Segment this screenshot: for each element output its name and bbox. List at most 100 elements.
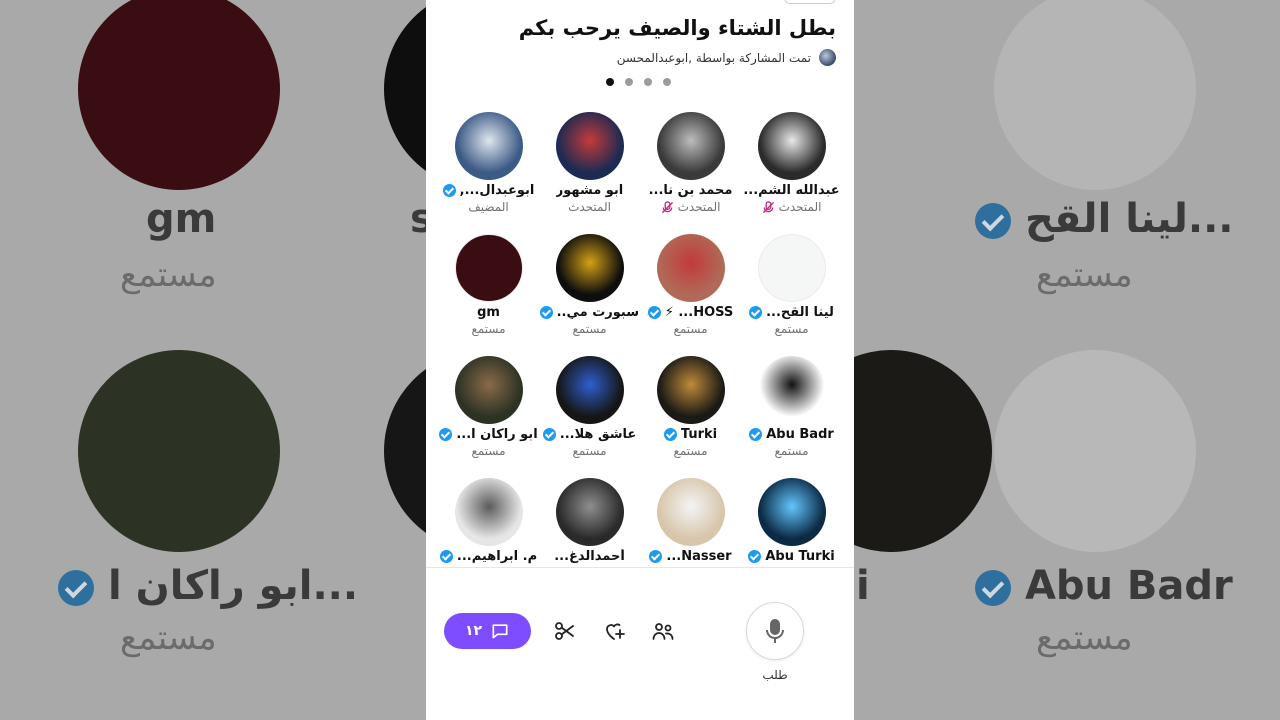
- bg-name-left: gm: [146, 196, 217, 242]
- page-indicator[interactable]: [606, 78, 671, 86]
- participant-role-row: مستمع: [572, 322, 606, 336]
- participant-card[interactable]: Abu Badr مستمع: [741, 356, 842, 478]
- bg-avatar-rakan: [78, 350, 280, 552]
- participant-avatar[interactable]: [454, 234, 523, 302]
- participant-name-row: Abu Turki: [748, 549, 835, 564]
- bg-role-right-2: مستمع: [1036, 618, 1133, 658]
- participant-role: مستمع: [774, 322, 809, 336]
- participant-role-row: مستمع: [774, 444, 808, 458]
- participant-avatar[interactable]: [454, 478, 523, 546]
- participant-avatar[interactable]: [656, 234, 725, 302]
- participant-card[interactable]: م. ابراهيم...: [438, 478, 539, 600]
- page-dot[interactable]: [644, 78, 652, 86]
- verified-badge-icon: [649, 550, 663, 563]
- bg-role-left-2: مستمع: [120, 618, 217, 658]
- participant-name: محمد بن نا...: [648, 183, 733, 198]
- participant-name-row: ابو مشهور: [556, 183, 624, 198]
- participant-card[interactable]: عبدالله الشم... المتحدث: [741, 112, 842, 234]
- participant-card[interactable]: Nasser...: [640, 478, 741, 600]
- bg-frag-name-2: i: [856, 563, 870, 609]
- participant-card[interactable]: gm مستمع: [438, 234, 539, 356]
- bottom-toolbar: ١٢ طلب: [426, 600, 854, 682]
- participant-name-row: محمد بن نا...: [649, 183, 733, 198]
- participant-avatar[interactable]: [757, 478, 826, 546]
- participant-name-row: أحمدالدغ...: [554, 549, 625, 564]
- page-dot[interactable]: [663, 78, 671, 86]
- page-dot[interactable]: [606, 78, 614, 86]
- participant-card[interactable]: ابو راكان ا... مستمع: [438, 356, 539, 478]
- participant-role-row: مستمع: [673, 322, 707, 336]
- space-panel: بطل الشتاء والصيف يرحب بكم تمت المشاركة …: [426, 0, 854, 720]
- bg-avatar-abubadr: [994, 350, 1196, 552]
- participant-name: Abu Turki: [765, 549, 835, 564]
- participant-role-row: مستمع: [471, 444, 505, 458]
- participant-avatar[interactable]: [454, 112, 523, 180]
- verified-badge-icon: [442, 184, 456, 197]
- participant-role-row: مستمع: [673, 444, 707, 458]
- bg-name-left-2: ابو راكان ا...: [58, 563, 358, 609]
- participant-name: Turki: [680, 427, 718, 442]
- chat-button[interactable]: ١٢: [444, 613, 531, 649]
- participant-avatar[interactable]: [656, 356, 725, 424]
- mic-muted-icon: [762, 200, 775, 214]
- participant-name: لينا القح...: [766, 305, 834, 320]
- people-icon[interactable]: [651, 619, 675, 643]
- participant-card[interactable]: Turki مستمع: [640, 356, 741, 478]
- participant-card[interactable]: Abu Turki: [741, 478, 842, 600]
- participant-name-row: ابوعبدال...,: [442, 183, 534, 198]
- participant-name-row: لينا القح...: [749, 305, 834, 320]
- participant-avatar[interactable]: [555, 478, 624, 546]
- stage: gm مستمع ss... لينا القح... مستمع ابو را…: [0, 0, 1280, 720]
- participant-name: Nasser...: [666, 549, 732, 564]
- participant-avatar[interactable]: [454, 356, 523, 424]
- verified-badge-icon: [749, 428, 763, 441]
- participant-role: المتحدث: [778, 200, 822, 214]
- verified-badge-icon: [663, 428, 677, 441]
- heart-plus-icon[interactable]: [602, 619, 626, 643]
- request-button[interactable]: [746, 602, 804, 660]
- participant-avatar[interactable]: [555, 234, 624, 302]
- participant-role: مستمع: [572, 444, 607, 458]
- participant-avatar[interactable]: [555, 112, 624, 180]
- participant-name-row: Abu Badr: [749, 427, 834, 442]
- participant-role: مستمع: [774, 444, 809, 458]
- microphone-icon: [766, 619, 784, 643]
- participant-name-row: ابو راكان ا...: [439, 427, 538, 442]
- space-title: بطل الشتاء والصيف يرحب بكم: [518, 16, 836, 40]
- page-dot[interactable]: [625, 78, 633, 86]
- participant-name-row: gm: [477, 305, 500, 320]
- participant-avatar[interactable]: [656, 112, 725, 180]
- participant-avatar[interactable]: [757, 234, 826, 302]
- participant-card[interactable]: أحمدالدغ...: [539, 478, 640, 600]
- participant-card[interactable]: محمد بن نا... المتحدث: [640, 112, 741, 234]
- participant-name: عبدالله الشم...: [743, 183, 840, 198]
- participant-avatar[interactable]: [757, 356, 826, 424]
- top-handle[interactable]: [784, 0, 836, 4]
- participant-card[interactable]: لينا القح... مستمع: [741, 234, 842, 356]
- verified-badge-icon: [439, 550, 453, 563]
- bg-name-right: لينا القح...: [975, 196, 1234, 242]
- scissors-icon[interactable]: [553, 619, 577, 643]
- participant-role: المتحدث: [677, 200, 721, 214]
- verified-badge-icon: [748, 550, 762, 563]
- chat-bubble-icon: [492, 624, 508, 639]
- participant-name: gm: [477, 305, 500, 320]
- participant-role-row: المضيف: [468, 200, 508, 214]
- participant-role: مستمع: [471, 322, 506, 336]
- participant-card[interactable]: HOSS... ⚡ مستمع: [640, 234, 741, 356]
- participant-name-row: سبورت مي...: [540, 305, 639, 320]
- participant-card[interactable]: ابو مشهور المتحدث: [539, 112, 640, 234]
- participant-name: عاشق هلا...: [559, 427, 637, 442]
- bg-avatar-lina: [994, 0, 1196, 190]
- participant-avatar[interactable]: [656, 478, 725, 546]
- participant-name-row: عبدالله الشم...: [743, 183, 839, 198]
- participant-card[interactable]: ابوعبدال..., المضيف: [438, 112, 539, 234]
- participant-card[interactable]: عاشق هلا... مستمع: [539, 356, 640, 478]
- participant-avatar[interactable]: [555, 356, 624, 424]
- participant-role: المضيف: [468, 200, 509, 214]
- participant-avatar[interactable]: [757, 112, 826, 180]
- participant-card[interactable]: سبورت مي... مستمع: [539, 234, 640, 356]
- verified-badge-icon: [439, 428, 453, 441]
- shared-by[interactable]: تمت المشاركة بواسطة ,ابوعبدالمحسن: [617, 49, 836, 66]
- participant-role-row: المتحدث: [568, 200, 611, 214]
